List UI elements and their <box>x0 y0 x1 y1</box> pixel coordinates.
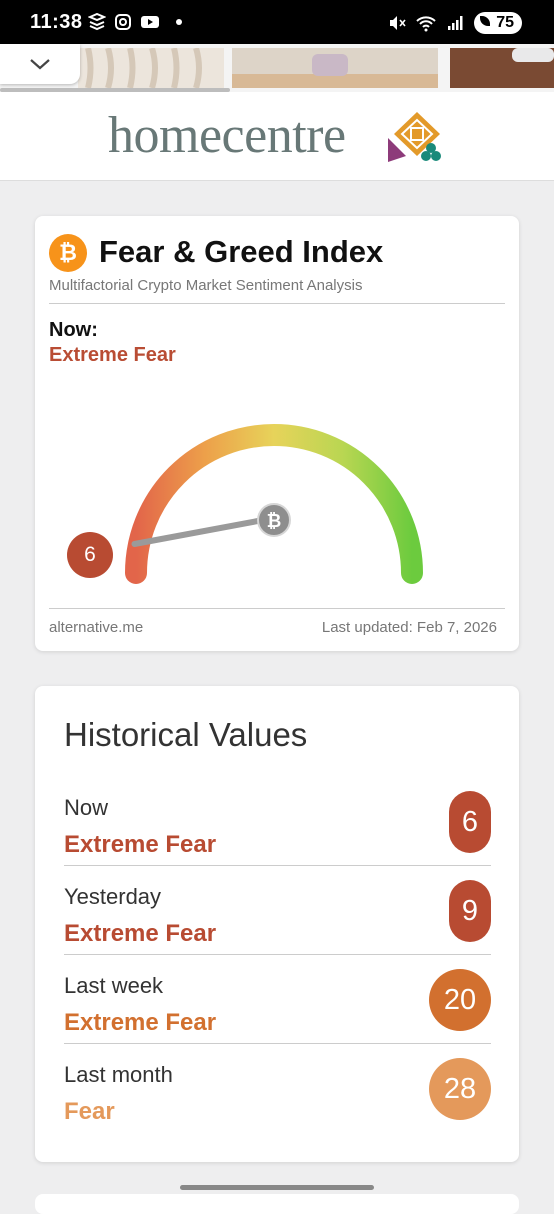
status-time: 11:38 <box>30 11 83 33</box>
history-value-badge: 28 <box>429 1058 491 1120</box>
instagram-icon <box>115 14 131 30</box>
fear-greed-widget[interactable]: ₿ Fear & Greed Index Multifactorial Cryp… <box>35 216 519 651</box>
more-notifications-dot <box>176 19 182 25</box>
notification-icons <box>88 13 182 31</box>
next-card <box>35 1194 519 1214</box>
history-row-now: Now Extreme Fear 6 <box>64 777 491 866</box>
history-value-badge: 9 <box>449 880 491 942</box>
history-value-badge: 20 <box>429 969 491 1031</box>
last-updated: Last updated: Feb 7, 2026 <box>321 619 497 636</box>
sentiment-gauge: ₿ <box>125 424 423 584</box>
history-row-yesterday: Yesterday Extreme Fear 9 <box>64 866 491 955</box>
collapse-ad-button[interactable] <box>0 44 80 84</box>
history-row-last-week: Last week Extreme Fear 20 <box>64 955 491 1044</box>
brand-name: homecentre <box>108 107 346 164</box>
history-period: Yesterday <box>64 884 162 909</box>
historical-values-card: Historical Values Now Extreme Fear 6 Yes… <box>35 686 519 1162</box>
source-link[interactable]: alternative.me <box>49 619 143 636</box>
history-classification: Fear <box>64 1098 115 1125</box>
history-period: Now <box>64 795 109 820</box>
needle-bitcoin-icon: ₿ <box>267 511 282 532</box>
history-period: Last week <box>64 973 164 998</box>
history-classification: Extreme Fear <box>64 831 217 858</box>
stack-app-icon <box>88 13 106 31</box>
divider <box>49 303 505 304</box>
power-saving-icon <box>480 16 491 26</box>
wifi-icon <box>416 16 436 32</box>
homecentre-logo-icon <box>388 112 441 162</box>
history-value-badge: 6 <box>449 791 491 853</box>
widget-title: Fear & Greed Index <box>99 234 384 269</box>
battery-level: 75 <box>496 14 514 31</box>
history-classification: Extreme Fear <box>64 920 217 947</box>
youtube-icon <box>141 16 159 28</box>
system-icons: 75 <box>388 12 522 34</box>
now-classification: Extreme Fear <box>49 344 176 366</box>
history-classification: Extreme Fear <box>64 1009 217 1036</box>
ad-thumbnail-decor[interactable] <box>450 48 554 88</box>
ad-thumbnail-vase[interactable] <box>232 48 438 88</box>
signal-icon <box>448 16 463 30</box>
ad-carousel[interactable] <box>0 44 554 92</box>
now-label: Now: <box>49 319 98 341</box>
bitcoin-icon: ₿ <box>49 234 87 272</box>
battery-indicator: 75 <box>474 12 522 34</box>
homecentre-banner[interactable]: homecentre <box>0 92 554 181</box>
historical-title: Historical Values <box>64 716 308 753</box>
chevron-down-icon <box>30 59 50 70</box>
widget-subtitle: Multifactorial Crypto Market Sentiment A… <box>49 277 363 294</box>
gesture-home-bar[interactable] <box>180 1185 374 1190</box>
ad-thumbnail-curtain[interactable] <box>78 48 224 88</box>
history-period: Last month <box>64 1062 173 1087</box>
mute-icon <box>390 16 406 30</box>
status-bar: 11:38 75 <box>0 0 554 44</box>
history-row-last-month: Last month Fear 28 <box>64 1044 491 1133</box>
divider <box>49 608 505 609</box>
gauge-value-badge: 6 <box>67 532 113 578</box>
